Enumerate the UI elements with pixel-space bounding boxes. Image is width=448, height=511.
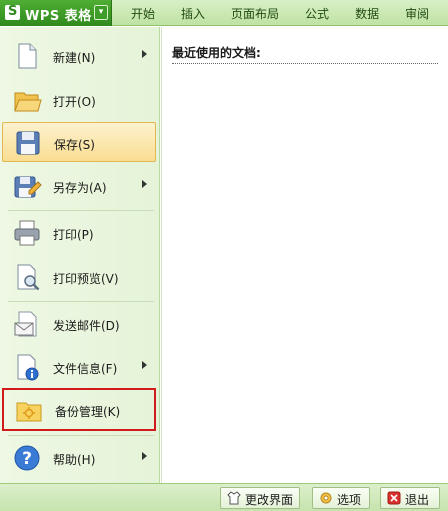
recent-documents-panel: 最近使用的文档: xyxy=(161,27,448,483)
help-icon: ? xyxy=(14,445,40,471)
close-icon xyxy=(387,491,401,505)
tab-home[interactable]: 开始 xyxy=(118,0,168,26)
menu-item-save-as[interactable]: 另存为(A) xyxy=(2,166,156,206)
submenu-arrow-icon xyxy=(142,50,147,58)
backup-folder-icon xyxy=(16,402,42,422)
menu-item-save[interactable]: 保存(S) xyxy=(2,122,156,162)
menu-item-print-preview[interactable]: 打印预览(V) xyxy=(2,257,156,297)
app-dropdown-icon[interactable]: ▾ xyxy=(94,5,108,20)
app-menu-button[interactable]: WPS 表格 ▾ xyxy=(0,0,112,26)
menu-item-open[interactable]: 打开(O) xyxy=(2,80,156,120)
menu-item-label: 打印预览(V) xyxy=(53,272,119,286)
printer-icon xyxy=(14,220,40,246)
tab-page-layout[interactable]: 页面布局 xyxy=(218,0,292,26)
recent-documents-divider xyxy=(172,63,438,64)
ribbon-tabs: 开始 插入 页面布局 公式 数据 审阅 xyxy=(118,0,442,26)
submenu-arrow-icon xyxy=(142,452,147,460)
menu-item-label: 保存(S) xyxy=(54,138,95,152)
svg-text:?: ? xyxy=(22,449,32,469)
menu-item-label: 打开(O) xyxy=(53,95,96,109)
open-folder-icon xyxy=(14,92,42,112)
new-document-icon xyxy=(18,43,37,69)
options-label: 选项 xyxy=(337,493,362,507)
menu-item-file-info[interactable]: 文件信息(F) xyxy=(2,347,156,387)
tab-data[interactable]: 数据 xyxy=(342,0,392,26)
exit-button[interactable]: 退出 xyxy=(380,487,440,509)
tab-insert[interactable]: 插入 xyxy=(168,0,218,26)
recent-documents-title: 最近使用的文档: xyxy=(172,46,261,60)
menu-item-label: 备份管理(K) xyxy=(55,405,121,419)
top-bar: WPS 表格 ▾ 开始 插入 页面布局 公式 数据 审阅 xyxy=(0,0,448,26)
change-ui-label: 更改界面 xyxy=(245,493,294,507)
submenu-arrow-icon xyxy=(142,180,147,188)
file-info-icon xyxy=(17,354,39,381)
bottom-bar: 更改界面 选项 退出 xyxy=(0,483,448,511)
print-preview-icon xyxy=(17,264,40,291)
menu-item-label: 另存为(A) xyxy=(53,181,107,195)
menu-item-label: 文件信息(F) xyxy=(53,362,118,376)
save-disk-icon xyxy=(16,131,40,155)
file-menu: 新建(N) 打开(O) 保存(S) 另存为(A) 打印(P) 打印预览(V) 发… xyxy=(0,27,160,483)
menu-divider xyxy=(8,301,154,302)
shirt-icon xyxy=(227,491,241,505)
menu-item-send-mail[interactable]: 发送邮件(D) xyxy=(2,304,156,344)
submenu-arrow-icon xyxy=(142,361,147,369)
menu-item-print[interactable]: 打印(P) xyxy=(2,213,156,253)
mail-icon xyxy=(14,311,37,337)
exit-label: 退出 xyxy=(405,493,430,507)
menu-divider xyxy=(8,210,154,211)
change-ui-button[interactable]: 更改界面 xyxy=(220,487,300,509)
menu-item-label: 帮助(H) xyxy=(53,453,96,467)
options-button[interactable]: 选项 xyxy=(312,487,370,509)
wps-logo-icon xyxy=(5,4,20,20)
menu-item-label: 新建(N) xyxy=(53,51,96,65)
save-as-icon xyxy=(14,176,42,198)
menu-item-backup-manage[interactable]: 备份管理(K) xyxy=(2,388,156,431)
menu-item-label: 打印(P) xyxy=(53,228,94,242)
menu-item-label: 发送邮件(D) xyxy=(53,319,120,333)
menu-item-help[interactable]: ? 帮助(H) xyxy=(2,438,156,478)
tab-review[interactable]: 审阅 xyxy=(392,0,442,26)
menu-item-new[interactable]: 新建(N) xyxy=(2,36,156,76)
tab-formulas[interactable]: 公式 xyxy=(292,0,342,26)
menu-divider xyxy=(8,435,154,436)
app-title: WPS 表格 xyxy=(25,9,92,24)
gear-icon xyxy=(320,492,332,504)
